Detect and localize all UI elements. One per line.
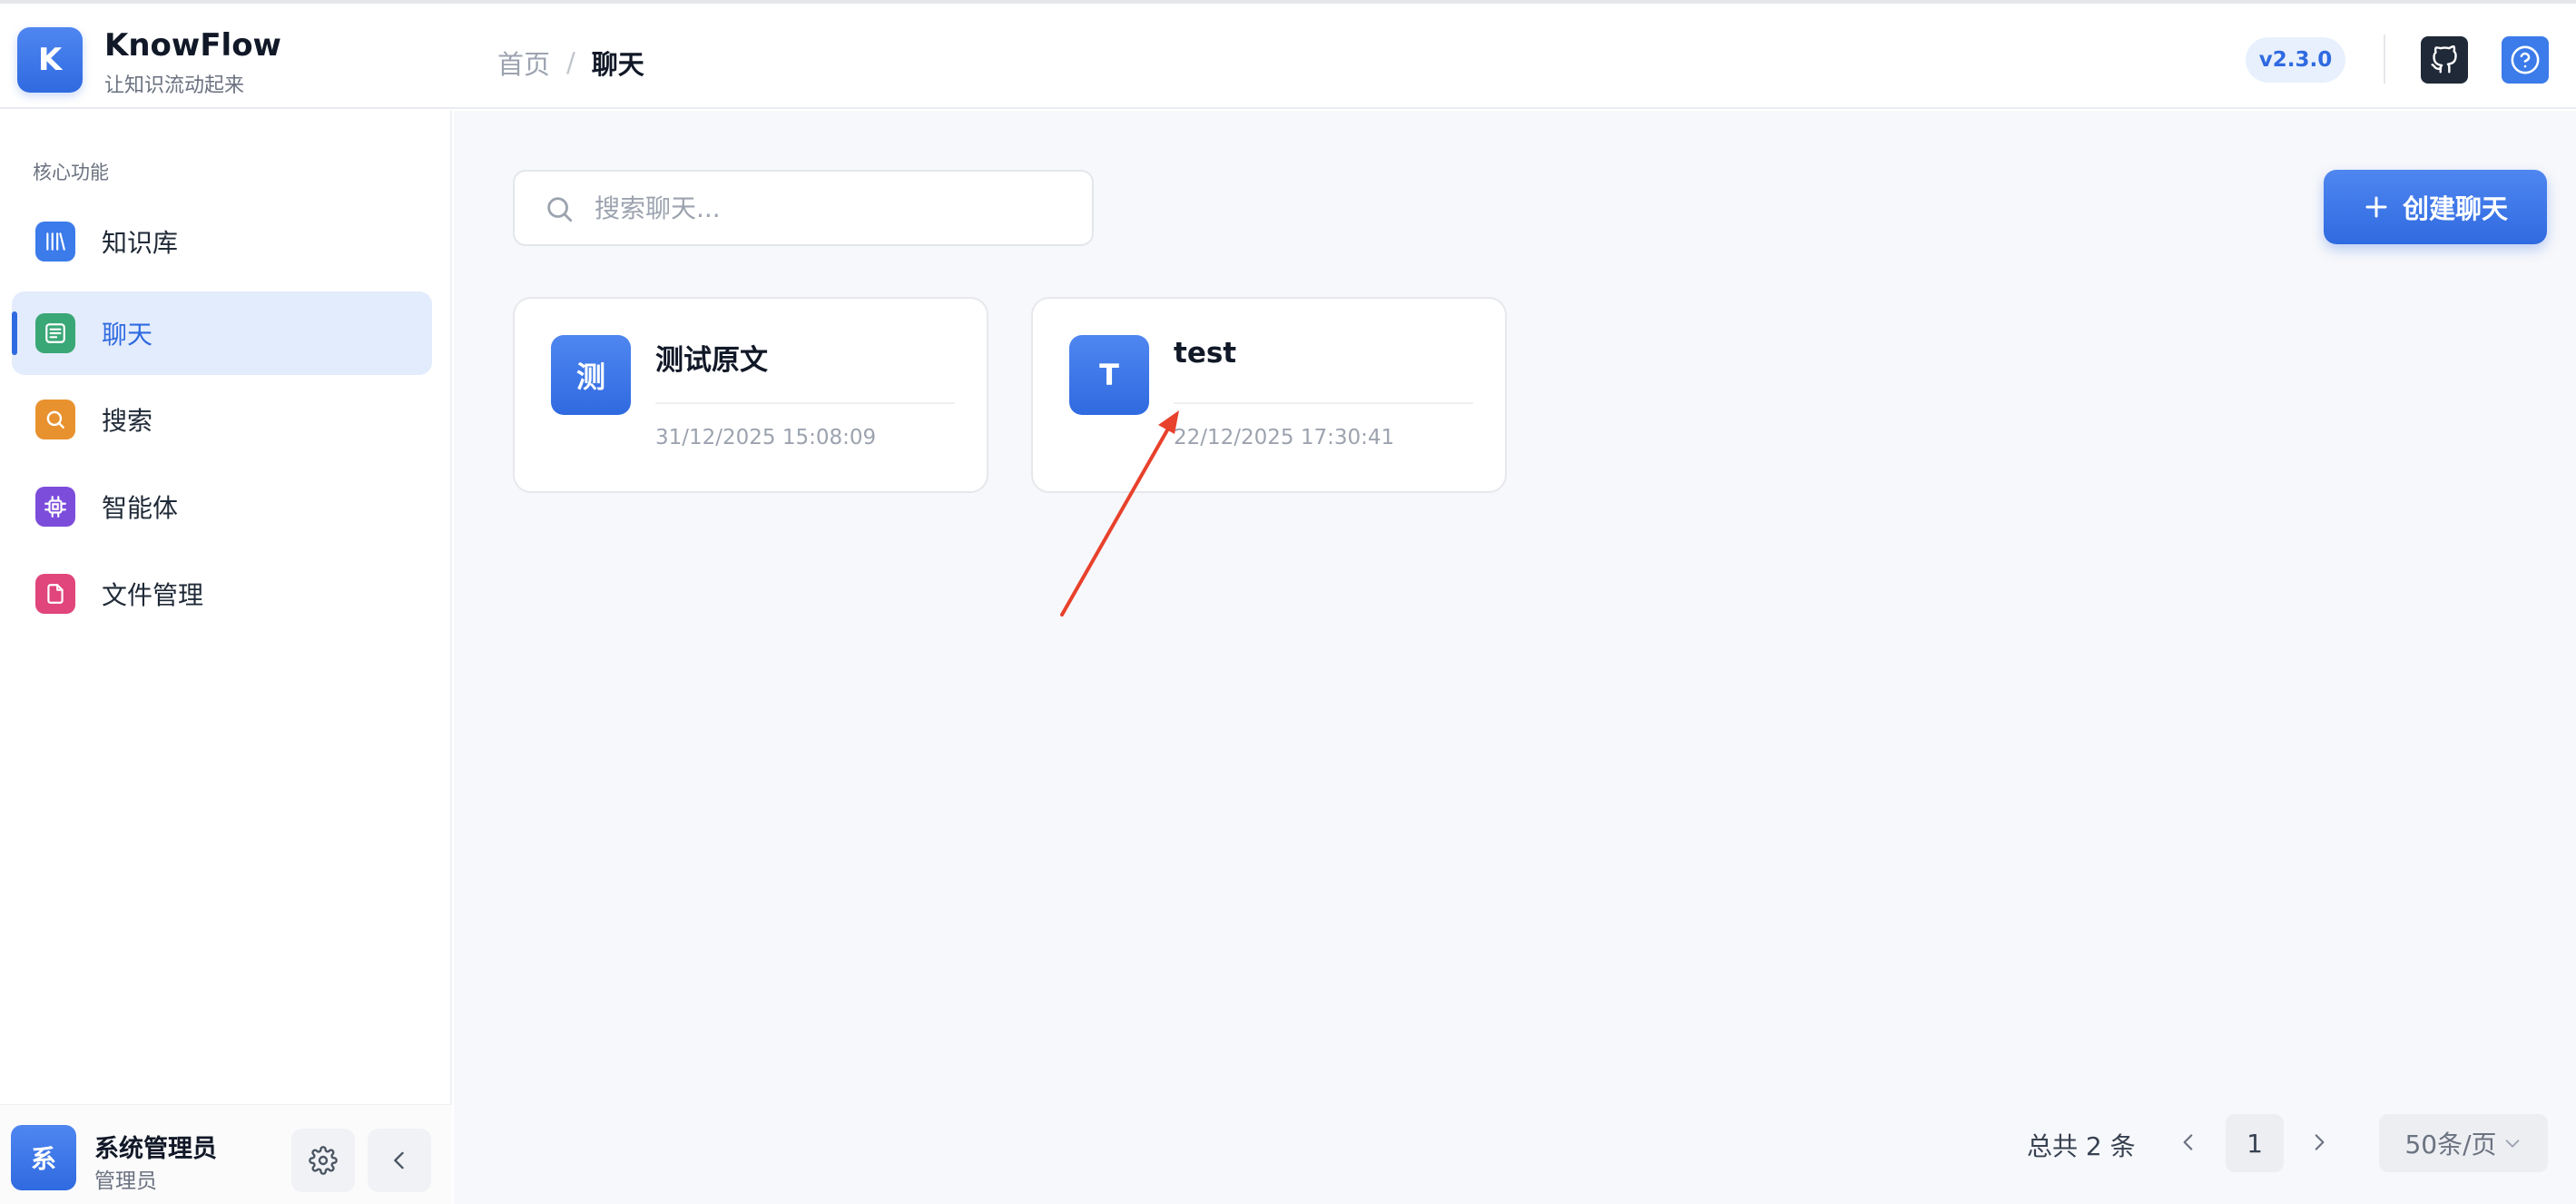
user-role: 管理员	[94, 1169, 157, 1193]
create-chat-button[interactable]: 创建聊天	[2324, 170, 2547, 244]
collapse-sidebar-button[interactable]	[368, 1129, 431, 1192]
help-icon	[2511, 45, 2540, 74]
nav-section-title: 核心功能	[33, 162, 109, 183]
sidebar-item-label: 聊天	[102, 320, 153, 350]
github-button[interactable]	[2421, 36, 2468, 84]
sidebar-item-label: 搜索	[102, 406, 153, 436]
avatar[interactable]: 系	[11, 1125, 76, 1190]
sidebar: 核心功能 知识库 聊天 搜索 智能体 文件管理 系 系统管理员 管理员	[0, 111, 452, 1204]
breadcrumb-current: 聊天	[591, 49, 644, 80]
sidebar-item-knowledge-base[interactable]: 知识库	[12, 200, 432, 283]
next-page-button[interactable]	[2300, 1123, 2338, 1161]
search-input[interactable]	[595, 184, 1067, 232]
app-logo[interactable]: K	[17, 27, 83, 93]
annotation-arrow	[1060, 410, 1179, 617]
header-divider	[2384, 35, 2385, 84]
sidebar-item-label: 知识库	[102, 228, 179, 258]
chat-avatar: T	[1069, 335, 1149, 415]
search-icon	[35, 400, 75, 439]
library-icon	[35, 222, 75, 262]
app-subtitle: 让知识流动起来	[104, 74, 245, 97]
chat-avatar: 测	[551, 335, 631, 415]
page-number-current[interactable]: 1	[2226, 1114, 2284, 1172]
user-panel: 系 系统管理员 管理员	[0, 1104, 452, 1204]
plus-icon	[2365, 196, 2387, 218]
create-chat-label: 创建聊天	[2402, 193, 2508, 224]
search-icon	[547, 197, 573, 222]
total-count: 总共 2 条	[2027, 1131, 2136, 1161]
file-icon	[35, 574, 75, 614]
version-badge: v2.3.0	[2246, 37, 2345, 83]
card-divider	[1174, 402, 1473, 404]
pagination: 总共 2 条 1 50条/页	[454, 1110, 2576, 1174]
main-content: 创建聊天 测 测试原文 31/12/2025 15:08:09 T test 2…	[454, 111, 2576, 1204]
sidebar-item-search[interactable]: 搜索	[12, 378, 432, 461]
breadcrumb-separator: /	[566, 47, 575, 78]
app-root: K KnowFlow 让知识流动起来 首页 / 聊天 v2.3.0 核心功能 知…	[0, 0, 2576, 1204]
app-name: KnowFlow	[104, 27, 281, 64]
sidebar-item-label: 智能体	[102, 493, 179, 523]
sidebar-item-agent[interactable]: 智能体	[12, 465, 432, 548]
sidebar-item-file-management[interactable]: 文件管理	[12, 552, 432, 636]
chevron-left-icon	[2183, 1134, 2193, 1150]
search-box[interactable]	[513, 170, 1094, 246]
chat-card[interactable]: 测 测试原文 31/12/2025 15:08:09	[513, 297, 988, 493]
chat-timestamp: 22/12/2025 17:30:41	[1174, 426, 1395, 449]
sidebar-item-label: 文件管理	[102, 580, 204, 610]
chevron-left-icon	[394, 1151, 404, 1169]
github-icon	[2431, 45, 2457, 74]
gear-icon	[309, 1146, 338, 1175]
top-header: K KnowFlow 让知识流动起来 首页 / 聊天 v2.3.0	[0, 7, 2576, 109]
breadcrumb-home-link[interactable]: 首页	[497, 44, 550, 82]
chat-card[interactable]: T test 22/12/2025 17:30:41	[1031, 297, 1507, 493]
chat-icon	[35, 313, 75, 353]
chip-icon	[35, 487, 75, 527]
settings-button[interactable]	[291, 1129, 355, 1192]
chat-title: test	[1174, 337, 1237, 370]
card-divider	[655, 402, 955, 404]
user-name: 系统管理员	[94, 1135, 217, 1163]
chat-timestamp: 31/12/2025 15:08:09	[655, 426, 877, 449]
help-button[interactable]	[2502, 36, 2549, 84]
prev-page-button[interactable]	[2169, 1123, 2207, 1161]
sidebar-item-chat[interactable]: 聊天	[12, 291, 432, 375]
chat-title: 测试原文	[655, 344, 768, 377]
chevron-down-icon	[2505, 1140, 2519, 1148]
breadcrumb: 首页 / 聊天	[497, 44, 644, 82]
page-size-select[interactable]: 50条/页	[2379, 1114, 2548, 1172]
chevron-right-icon	[2315, 1134, 2325, 1150]
page-size-value: 50条/页	[2404, 1130, 2497, 1160]
